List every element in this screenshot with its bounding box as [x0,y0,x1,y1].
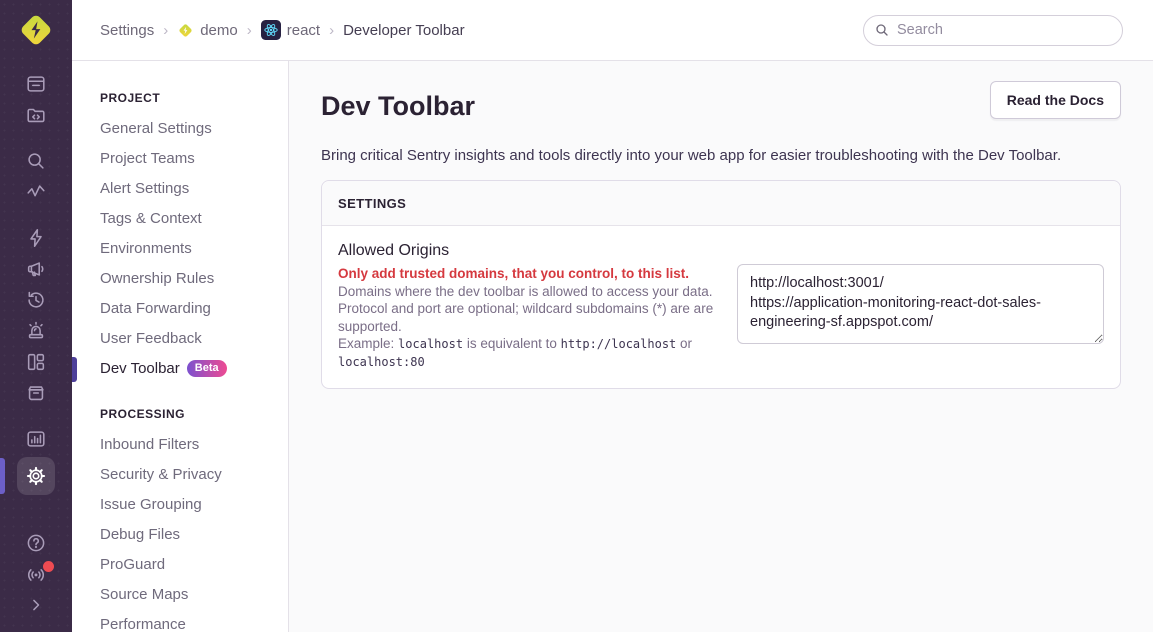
breadcrumb-org-demo[interactable]: demo [177,22,238,39]
help-question-icon [25,532,47,554]
breadcrumb-current-page: Developer Toolbar [343,22,464,39]
performance-wave-icon [25,181,47,203]
react-project-icon [261,20,281,40]
header-search [863,15,1123,46]
sidebar-item-alerts[interactable] [0,253,72,284]
lightning-icon [25,227,47,249]
sidebar-item-feedback[interactable] [0,222,72,253]
chevron-right-icon [26,595,46,615]
sidebar-item-settings[interactable] [0,454,72,497]
allowed-origins-textarea[interactable]: http://localhost:3001/ https://applicati… [737,264,1104,344]
settings-panel: SETTINGS Allowed Origins Only add truste… [321,180,1121,389]
search-icon [874,22,890,38]
nav-item-user-feedback[interactable]: User Feedback [100,324,276,354]
breadcrumb-separator-icon: › [329,22,334,39]
nav-item-source-maps[interactable]: Source Maps [100,580,276,610]
sidebar-item-performance[interactable] [0,176,72,207]
settings-nav: PROJECT General Settings Project Teams A… [72,61,289,632]
siren-icon [25,320,47,342]
breadcrumb-project-react[interactable]: react [261,20,320,40]
breadcrumb: Settings › demo › [100,20,465,40]
search-icon [25,150,47,172]
org-avatar-icon [177,22,194,39]
nav-item-environments[interactable]: Environments [100,234,276,264]
app-root: Settings › demo › [0,0,1153,632]
megaphone-icon [25,258,47,280]
panel-header: SETTINGS [322,181,1120,226]
breadcrumb-separator-icon: › [163,22,168,39]
nav-item-proguard[interactable]: ProGuard [100,550,276,580]
code-localhost: localhost [398,337,463,351]
notification-dot [43,561,54,572]
org-logo[interactable] [0,0,72,60]
code-http-localhost: http://localhost [561,337,677,351]
search-input[interactable] [863,15,1123,46]
breadcrumb-separator-icon: › [247,22,252,39]
nav-item-project-teams[interactable]: Project Teams [100,144,276,174]
bar-chart-icon [25,428,47,450]
history-clock-icon [25,289,47,311]
nav-section-project: PROJECT [100,91,276,105]
issues-icon [25,73,47,95]
archive-box-icon [25,382,47,404]
projects-icon [25,104,47,126]
sidebar-item-dashboards[interactable] [0,346,72,377]
sidebar-item-replays[interactable] [0,284,72,315]
beta-badge: Beta [187,360,227,377]
sidebar-item-crons[interactable] [0,315,72,346]
main-content: Dev Toolbar Read the Docs Bring critical… [289,61,1153,632]
sidebar-collapse-button[interactable] [0,589,72,620]
org-logo-icon [16,10,56,50]
allowed-origins-example: Example: localhost is equivalent to http… [338,335,717,371]
nav-item-data-forwarding[interactable]: Data Forwarding [100,294,276,324]
breadcrumb-settings[interactable]: Settings [100,22,154,39]
read-the-docs-button[interactable]: Read the Docs [990,81,1121,119]
nav-item-security-privacy[interactable]: Security & Privacy [100,460,276,490]
nav-item-dev-toolbar[interactable]: Dev ToolbarBeta [100,354,276,384]
sidebar-item-stats[interactable] [0,423,72,454]
page-description: Bring critical Sentry insights and tools… [321,147,1121,164]
nav-item-issue-grouping[interactable]: Issue Grouping [100,490,276,520]
top-header: Settings › demo › [72,0,1153,61]
nav-item-performance[interactable]: Performance [100,610,276,632]
allowed-origins-help: Domains where the dev toolbar is allowed… [338,283,717,336]
sidebar-item-whats-new[interactable] [0,558,72,589]
nav-item-debug-files[interactable]: Debug Files [100,520,276,550]
nav-item-inbound-filters[interactable]: Inbound Filters [100,430,276,460]
code-localhost-80: localhost:80 [338,355,425,369]
right-column: Settings › demo › [72,0,1153,632]
page-body: PROJECT General Settings Project Teams A… [72,61,1153,632]
dashboards-grid-icon [25,351,47,373]
sidebar-item-help[interactable] [0,527,72,558]
nav-item-ownership-rules[interactable]: Ownership Rules [100,264,276,294]
active-rail-indicator [0,458,5,494]
nav-section-processing: PROCESSING [100,407,276,421]
allowed-origins-label: Allowed Origins [338,242,717,260]
sidebar-item-releases[interactable] [0,377,72,408]
sidebar-item-projects[interactable] [0,99,72,130]
gear-icon [25,465,47,487]
sidebar-item-explore[interactable] [0,145,72,176]
nav-item-general-settings[interactable]: General Settings [100,114,276,144]
allowed-origins-warning: Only add trusted domains, that you contr… [338,265,717,283]
page-title: Dev Toolbar [321,77,475,122]
sidebar-item-issues[interactable] [0,68,72,99]
nav-item-alert-settings[interactable]: Alert Settings [100,174,276,204]
nav-item-tags-context[interactable]: Tags & Context [100,204,276,234]
icon-sidebar [0,0,72,632]
